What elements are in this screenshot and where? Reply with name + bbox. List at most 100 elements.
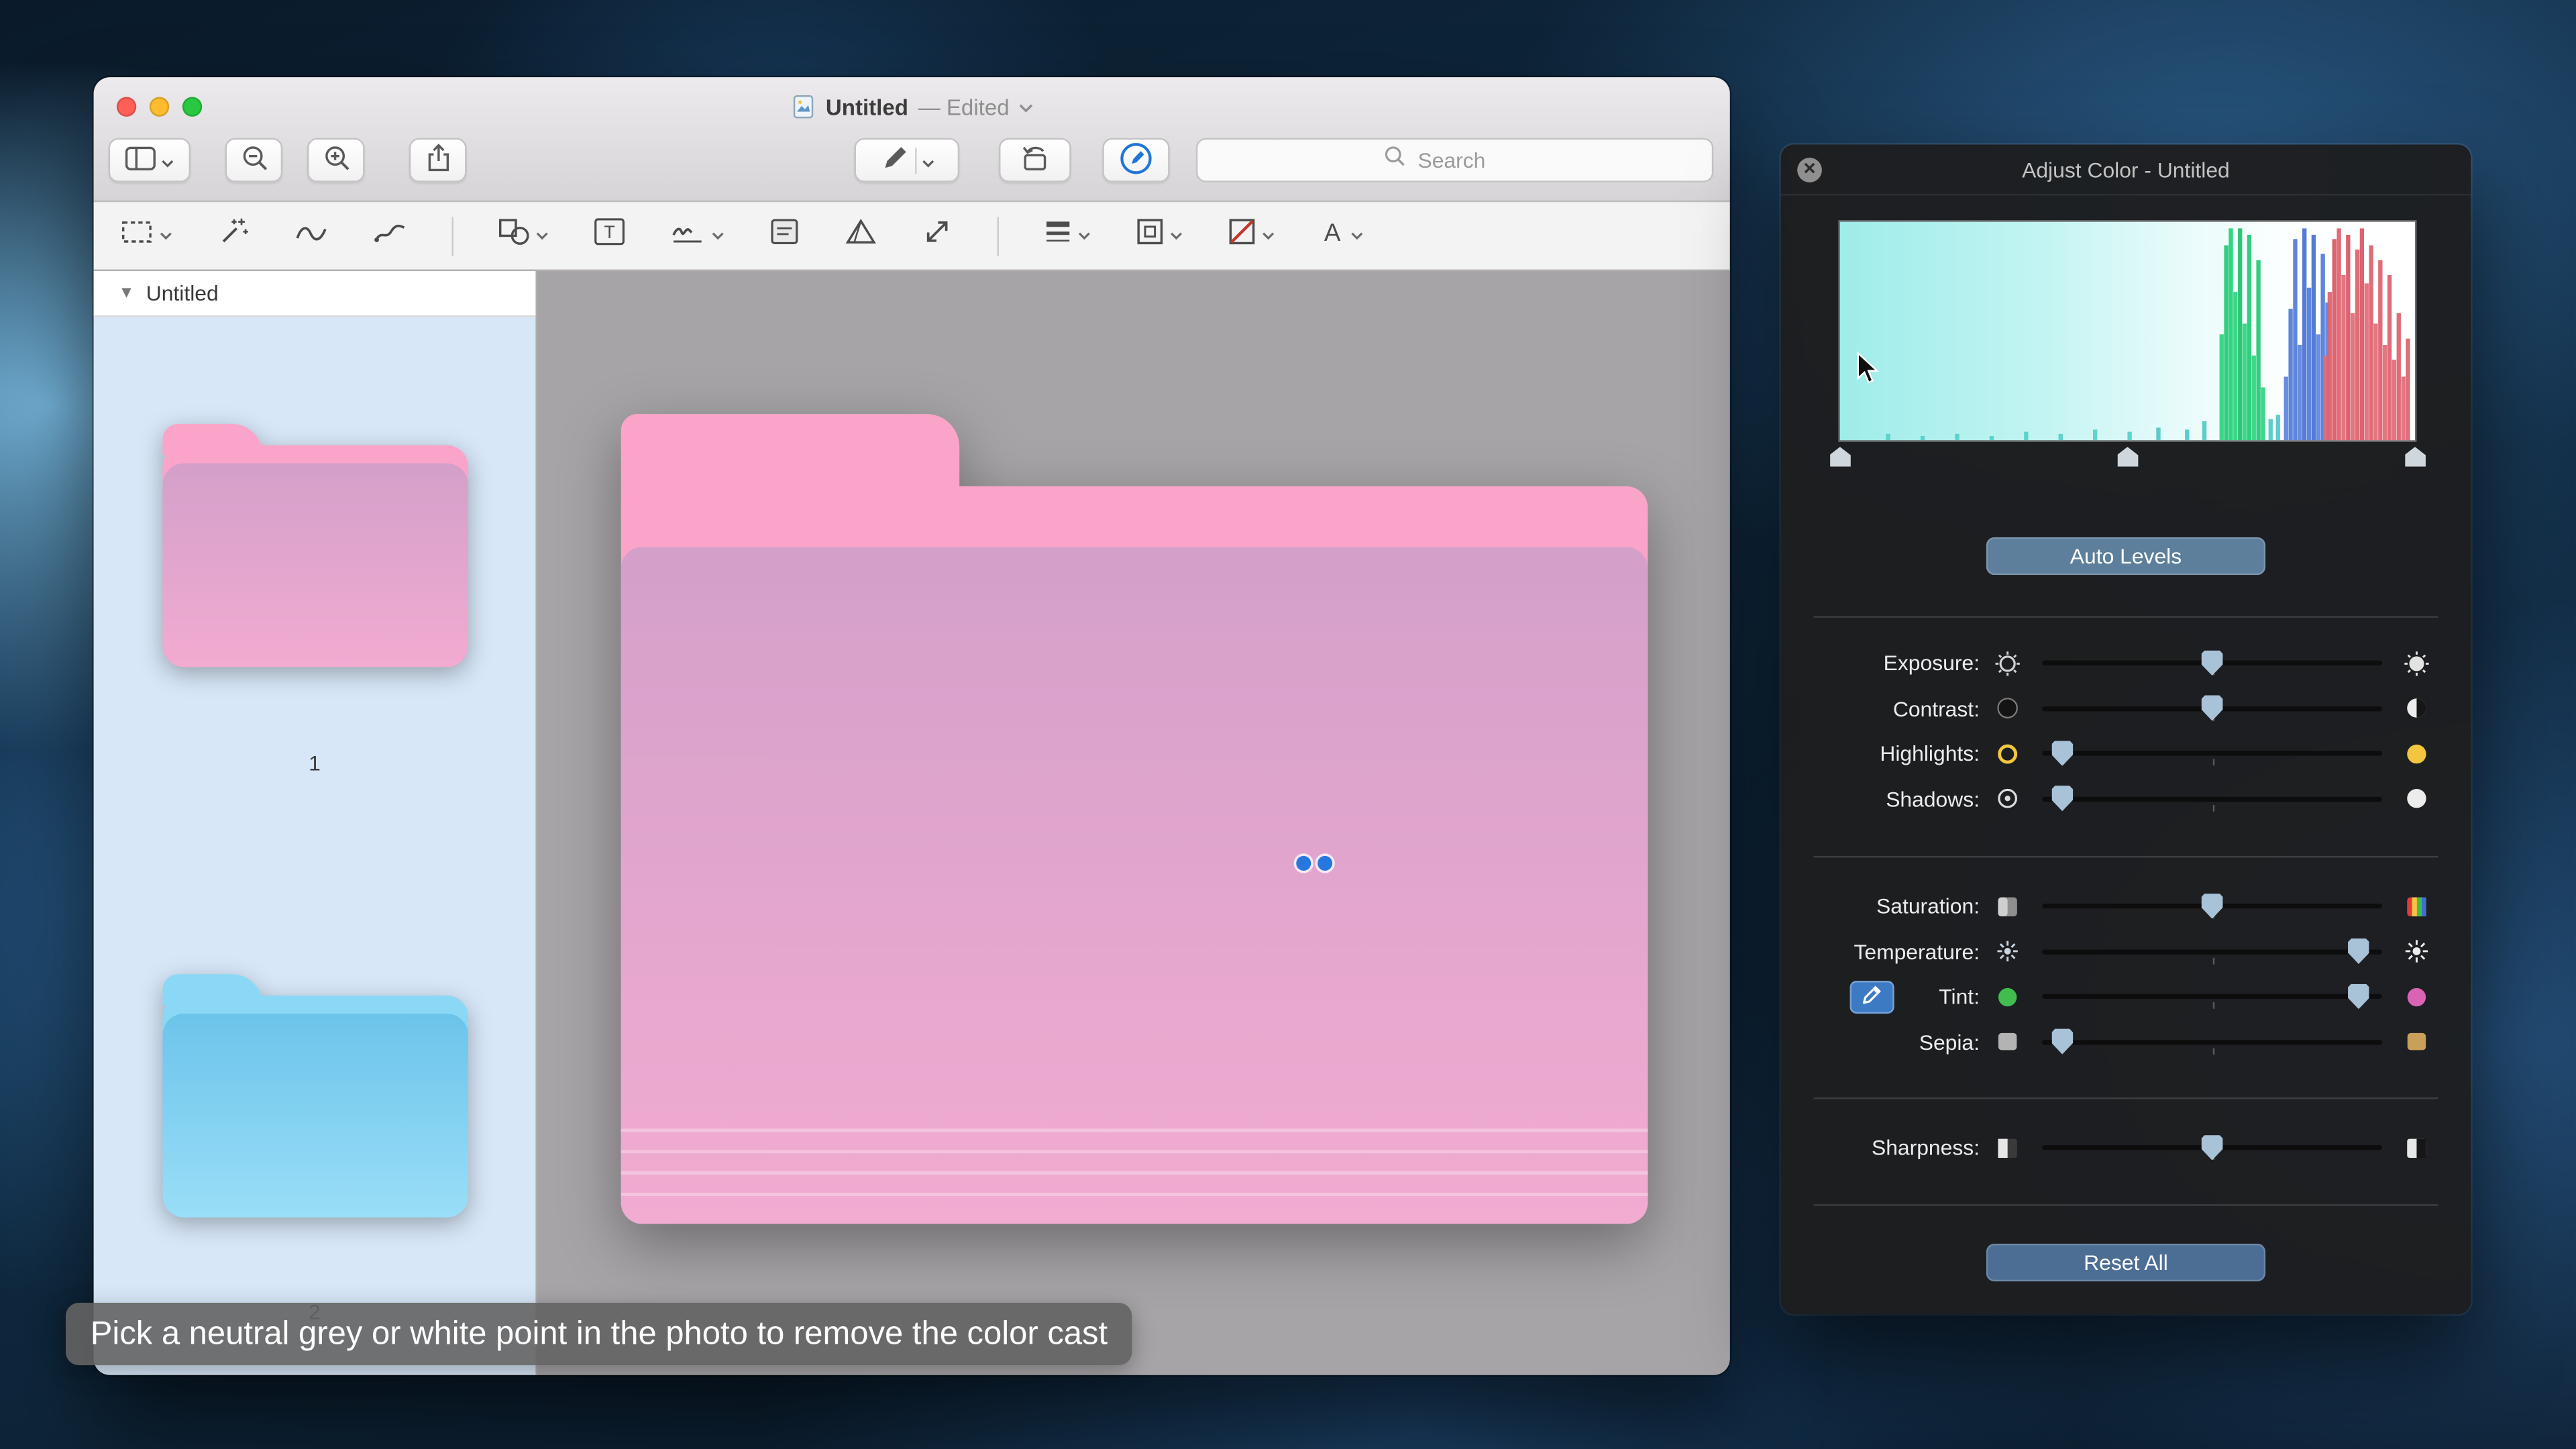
adjust-color-button[interactable] <box>845 217 877 254</box>
highlights-label: Highlights: <box>1781 731 1980 776</box>
levels-mid-point-handle[interactable] <box>2117 447 2139 466</box>
tint-slider-knob[interactable] <box>2348 983 2369 1009</box>
slider-tick <box>2212 804 2215 811</box>
sidebar-section-label: Untitled <box>146 281 219 306</box>
shadows-label: Shadows: <box>1781 776 1980 821</box>
shape-style-button[interactable] <box>1043 217 1091 254</box>
chevron-down-icon <box>711 231 724 239</box>
sharpness-slider[interactable] <box>2042 1146 2382 1150</box>
slider-row-temperature: Temperature: <box>1781 929 2471 974</box>
slider-row-shadows: Shadows: <box>1781 776 2471 821</box>
thumbnail-item-2[interactable]: 2 <box>94 974 536 1324</box>
exposure-slider[interactable] <box>2042 661 2382 665</box>
exposure-slider-knob[interactable] <box>2202 650 2223 676</box>
sharpness-min-icon <box>1994 1135 2021 1161</box>
sepia-slider-knob[interactable] <box>2051 1029 2073 1055</box>
view-options-button[interactable] <box>109 138 191 182</box>
text-style-button[interactable]: A <box>1320 217 1364 254</box>
tint-max-icon <box>2404 983 2430 1010</box>
zoom-in-button[interactable] <box>307 138 365 182</box>
highlights-slider[interactable] <box>2042 751 2382 756</box>
markup-toolbar-toggle-button[interactable] <box>1102 138 1169 182</box>
highlights-min-icon <box>1994 741 2021 767</box>
sepia-max-icon <box>2404 1029 2430 1055</box>
contrast-max-icon <box>2404 696 2430 722</box>
sketch-tool-button[interactable] <box>294 217 328 254</box>
sepia-slider[interactable] <box>2042 1040 2382 1044</box>
levels-black-point-handle[interactable] <box>1829 447 1851 466</box>
saturation-slider[interactable] <box>2042 904 2382 909</box>
slider-group-color: Saturation:Temperature:Tint:Sepia: <box>1781 884 2471 1065</box>
window-title: Untitled — Edited <box>94 77 1730 136</box>
sharpness-max-icon <box>2404 1135 2430 1161</box>
zoom-out-icon <box>239 143 268 177</box>
note-icon <box>769 217 800 254</box>
title-chevron-icon[interactable] <box>1019 92 1034 121</box>
slider-row-contrast: Contrast: <box>1781 686 2471 731</box>
shadows-slider-knob[interactable] <box>2051 786 2073 811</box>
zoom-out-button[interactable] <box>225 138 283 182</box>
svg-text:A: A <box>1324 219 1341 246</box>
slider-tick <box>2212 1002 2215 1009</box>
sepia-label: Sepia: <box>1781 1020 1980 1065</box>
line-weights-icon <box>1043 217 1073 254</box>
adjust-size-button[interactable] <box>922 217 953 254</box>
sepia-min-icon <box>1994 1029 2021 1055</box>
saturation-slider-knob[interactable] <box>2202 894 2223 919</box>
slider-row-sepia: Sepia: <box>1781 1020 2471 1065</box>
sharpness-slider-knob[interactable] <box>2202 1135 2223 1161</box>
fill-color-button[interactable] <box>1227 217 1275 254</box>
rotate-left-button[interactable] <box>999 138 1071 182</box>
svg-text:T: T <box>604 222 614 242</box>
highlights-slider-knob[interactable] <box>2051 741 2073 766</box>
levels-white-point-handle[interactable] <box>2404 447 2426 466</box>
border-color-button[interactable] <box>1135 217 1183 254</box>
mouse-cursor <box>1856 352 1879 394</box>
search-input[interactable] <box>1415 146 1527 174</box>
tint-min-icon <box>1994 983 2021 1010</box>
selection-tool-button[interactable] <box>120 217 172 254</box>
help-tooltip: Pick a neutral grey or white point in th… <box>66 1303 1132 1365</box>
temperature-slider[interactable] <box>2042 949 2382 954</box>
temperature-slider-knob[interactable] <box>2348 938 2369 964</box>
tint-slider[interactable] <box>2042 994 2382 999</box>
thumbnail-item-1[interactable]: 1 <box>94 424 536 775</box>
temperature-max-icon <box>2404 938 2430 965</box>
exposure-label: Exposure: <box>1781 641 1980 686</box>
titlebar: Untitled — Edited <box>94 77 1730 136</box>
panel-close-button[interactable]: ✕ <box>1797 158 1822 182</box>
sign-tool-button[interactable] <box>670 217 724 254</box>
draw-tool-button[interactable] <box>373 217 407 254</box>
pink-folder-image[interactable] <box>621 414 1648 1224</box>
sidebar-section-header[interactable]: ▼ Untitled <box>94 271 536 317</box>
adjust-color-panel: Adjust Color - Untitled ✕ Auto Levels Ex… <box>1781 145 2471 1315</box>
slider-tick <box>2212 759 2215 766</box>
instant-alpha-button[interactable] <box>217 215 250 256</box>
document-proxy-icon[interactable] <box>790 94 816 120</box>
window-chrome: Untitled — Edited <box>94 77 1730 202</box>
auto-levels-button[interactable]: Auto Levels <box>1986 537 2265 575</box>
markup-toolbar: T <box>94 202 1730 271</box>
annotate-pen-button[interactable] <box>854 138 959 182</box>
divider <box>1814 856 2438 857</box>
slider-row-sharpness: Sharpness: <box>1781 1126 2471 1171</box>
disclosure-triangle-icon[interactable]: ▼ <box>118 284 134 303</box>
contrast-slider[interactable] <box>2042 706 2382 710</box>
contrast-slider-knob[interactable] <box>2202 696 2223 721</box>
text-tool-button[interactable]: T <box>593 217 626 254</box>
canvas[interactable] <box>537 271 1730 1375</box>
share-button[interactable] <box>409 138 467 182</box>
signature-icon <box>670 217 706 254</box>
note-tool-button[interactable] <box>769 217 800 254</box>
search-icon <box>1383 145 1406 176</box>
shadows-slider[interactable] <box>2042 796 2382 801</box>
text-style-icon: A <box>1320 217 1346 254</box>
temperature-min-icon <box>1994 938 2021 965</box>
shapes-tool-button[interactable] <box>498 217 549 254</box>
search-field[interactable] <box>1196 138 1713 182</box>
histogram-bars <box>1840 419 2415 440</box>
reset-all-button[interactable]: Reset All <box>1986 1244 2265 1281</box>
divider <box>1814 1097 2438 1099</box>
adjust-size-icon <box>922 217 953 254</box>
fill-color-icon <box>1227 217 1256 254</box>
